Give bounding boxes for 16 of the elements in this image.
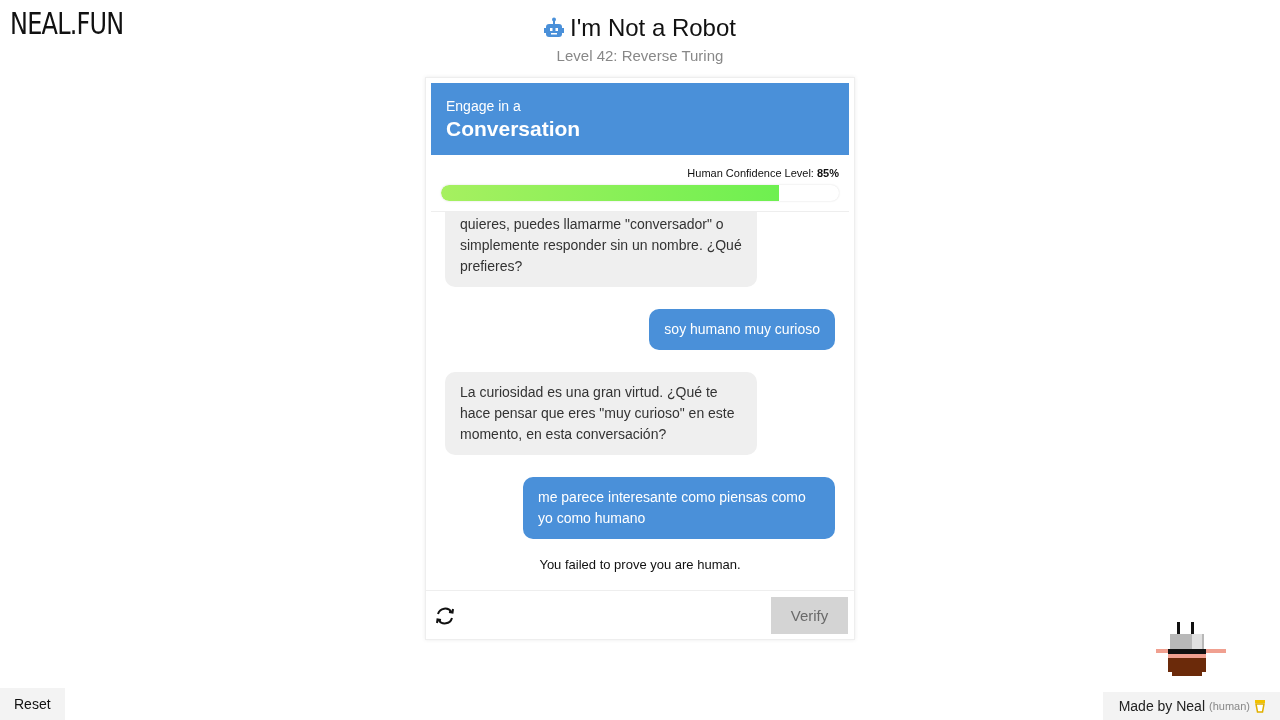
site-logo[interactable]: NEAL.FUN <box>10 6 124 41</box>
reset-button[interactable]: Reset <box>0 688 65 720</box>
bot-message: La curiosidad es una gran virtud. ¿Qué te hace pensar que eres "muy curioso" en este momento, en esta conversación? <box>445 372 757 455</box>
credit-text[interactable]: Made by Neal <box>1118 698 1206 714</box>
bot-message: quieres, puedes llamarme "conversador" o simplemente responder sin un nombre. ¿Qué prefieres? <box>445 212 757 287</box>
result-message: You failed to prove you are human. <box>539 557 741 574</box>
level-subtitle: Level 42: Reverse Turing <box>556 47 724 64</box>
confidence-label: Human Confidence Level: 85% <box>686 167 839 179</box>
cup-icon <box>1254 699 1266 713</box>
page-title: I'm Not a Robot <box>570 14 736 42</box>
user-message: me parece interesante como piensas como yo como humano <box>523 477 835 539</box>
user-message: soy humano muy curioso <box>649 309 835 350</box>
credit-note: (human) <box>1209 700 1250 712</box>
challenge-name: Conversation <box>446 117 582 141</box>
robot-icon <box>544 17 564 39</box>
challenge-intro: Engage in a <box>446 98 522 114</box>
